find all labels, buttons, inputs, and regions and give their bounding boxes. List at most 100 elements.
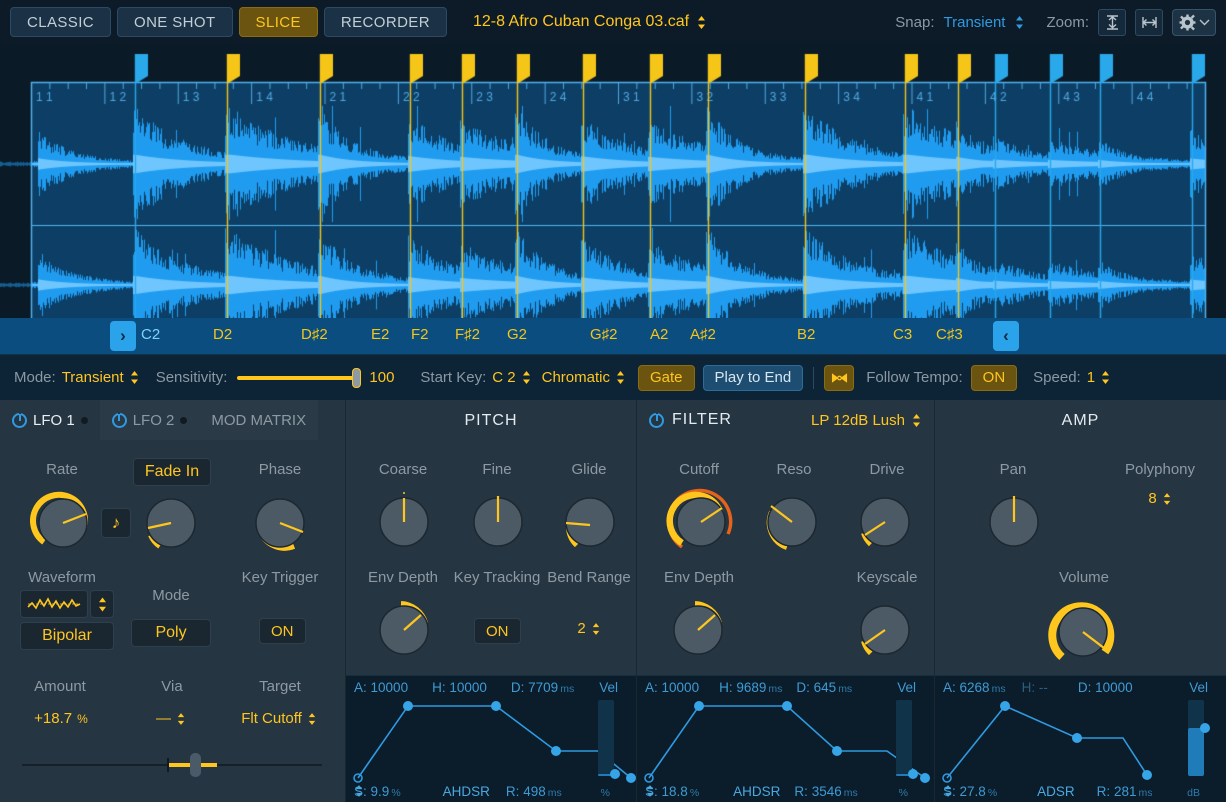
key-scroll-right-button[interactable]: ‹: [993, 321, 1019, 351]
settings-menu-button[interactable]: [1172, 9, 1216, 36]
mod-amount-slider[interactable]: [22, 764, 322, 766]
mod-target-value[interactable]: Flt Cutoff: [204, 710, 354, 727]
tab-lfo-2[interactable]: LFO 2: [100, 400, 200, 440]
scale-value[interactable]: Chromatic: [542, 369, 610, 386]
gate-button[interactable]: Gate: [638, 365, 695, 391]
key-label-as2[interactable]: A♯2: [690, 326, 716, 343]
filter-envelope-display[interactable]: A: 10000 H: 9689ms D: 645ms Vel % S: 18.…: [637, 675, 934, 802]
tab-mod-matrix[interactable]: MOD MATRIX: [199, 400, 318, 440]
zoom-vertical-button[interactable]: [1098, 9, 1126, 36]
mode-tab-slice[interactable]: SLICE: [239, 7, 318, 37]
key-label-fs2[interactable]: F♯2: [455, 326, 480, 343]
key-label-cs3[interactable]: C♯3: [936, 326, 963, 343]
snap-value[interactable]: Transient: [944, 14, 1006, 31]
start-key-chevron-updown-icon[interactable]: [521, 370, 532, 385]
sensitivity-label: Sensitivity:: [156, 369, 228, 386]
mod-amount-slider-knob[interactable]: [190, 753, 201, 777]
waveform-display[interactable]: [0, 44, 1226, 354]
power-icon[interactable]: [649, 413, 664, 428]
mode-tab-recorder[interactable]: RECORDER: [324, 7, 447, 37]
pitch-env-s-value[interactable]: 9.9: [371, 784, 390, 799]
pitch-envelope-display[interactable]: A: 10000 H: 10000 D: 7709ms Vel % S: 9.9…: [346, 675, 636, 802]
pitch-bend-range-value[interactable]: 2: [529, 620, 649, 637]
amp-polyphony-value[interactable]: 8: [1090, 490, 1226, 507]
key-label-b2[interactable]: B2: [797, 326, 815, 343]
play-to-end-button[interactable]: Play to End: [703, 365, 804, 391]
scale-chevron-updown-icon[interactable]: [615, 370, 626, 385]
waveform-canvas[interactable]: [0, 44, 1226, 354]
slice-mode-value[interactable]: Transient: [62, 369, 124, 386]
tab-lfo-1[interactable]: LFO 1: [0, 400, 100, 440]
reverse-button[interactable]: [824, 365, 854, 391]
filter-keyscale-knob[interactable]: [852, 597, 918, 668]
pitch-env-velocity-slider[interactable]: [598, 700, 614, 776]
filter-env-depth-knob[interactable]: [665, 597, 731, 668]
snap-chevron-updown-icon[interactable]: [1014, 15, 1025, 30]
file-name-selector[interactable]: 12-8 Afro Cuban Conga 03.caf: [473, 13, 707, 31]
lfo-waveform-display[interactable]: [20, 590, 88, 618]
pitch-key-tracking-toggle[interactable]: ON: [474, 618, 521, 644]
amp-env-r-value[interactable]: 281: [1114, 784, 1137, 799]
lfo-note-sync-button[interactable]: ♪: [101, 508, 131, 538]
slice-mode-chevron-updown-icon[interactable]: [129, 370, 140, 385]
mode-tab-one-shot[interactable]: ONE SHOT: [117, 7, 233, 37]
sensitivity-slider-knob[interactable]: [352, 368, 361, 388]
filter-env-r-value[interactable]: 3546: [812, 784, 842, 799]
amp-env-velocity-knob[interactable]: [1200, 723, 1210, 733]
key-label-a2[interactable]: A2: [650, 326, 668, 343]
lfo-polarity-button[interactable]: Bipolar: [20, 622, 114, 650]
filter-type-selector[interactable]: LP 12dB Lush: [811, 412, 922, 429]
start-key-value[interactable]: C 2: [492, 369, 515, 386]
pitch-key-tracking-value: ON: [486, 623, 509, 640]
zoom-horizontal-button[interactable]: [1135, 9, 1163, 36]
amp-envelope-display[interactable]: A: 6268ms H: -- D: 10000 Vel dB S: 27.8%: [935, 675, 1226, 802]
mode-tab-classic[interactable]: CLASSIC: [10, 7, 111, 37]
key-label-c2[interactable]: C2: [141, 326, 160, 343]
key-label-gs2[interactable]: G♯2: [590, 326, 618, 343]
lfo-mode-button[interactable]: Poly: [131, 619, 211, 647]
pitch-glide-knob[interactable]: [557, 489, 623, 560]
key-scroll-left-button[interactable]: ›: [110, 321, 136, 351]
speed-value[interactable]: 1: [1087, 369, 1095, 386]
filter-cutoff-knob[interactable]: [665, 486, 737, 563]
pitch-coarse-knob[interactable]: [371, 489, 437, 560]
chevron-down-icon: [1199, 18, 1210, 26]
key-label-f2[interactable]: F2: [411, 326, 429, 343]
lfo-rate-knob[interactable]: [30, 490, 96, 561]
pitch-env-r-value[interactable]: 498: [523, 784, 546, 799]
amp-env-type-selector[interactable]: ADSR: [1037, 784, 1075, 799]
key-label-g2[interactable]: G2: [507, 326, 527, 343]
filter-drive-knob[interactable]: [852, 489, 918, 560]
amp-volume-label: Volume: [1024, 568, 1144, 587]
key-label-c3[interactable]: C3: [893, 326, 912, 343]
amp-env-s-unit: %: [988, 787, 997, 799]
speed-chevron-updown-icon[interactable]: [1100, 370, 1111, 385]
lfo-key-trigger-toggle[interactable]: ON: [259, 618, 306, 644]
pitch-fine-knob[interactable]: [465, 489, 531, 560]
lfo-phase-knob[interactable]: [247, 490, 313, 561]
lfo-fade-in-knob[interactable]: [138, 490, 204, 561]
filter-reso-knob[interactable]: [759, 489, 825, 560]
key-label-d2[interactable]: D2: [213, 326, 232, 343]
key-label-e2[interactable]: E2: [371, 326, 389, 343]
snap-label: Snap:: [895, 14, 934, 31]
amp-env-s-value[interactable]: 27.8: [960, 784, 986, 799]
power-icon[interactable]: [112, 413, 127, 428]
divider: [813, 367, 814, 389]
filter-env-velocity-slider[interactable]: [896, 700, 912, 776]
header-bar: CLASSIC ONE SHOT SLICE RECORDER 12-8 Afr…: [0, 0, 1226, 44]
pitch-env-type-selector[interactable]: AHDSR: [443, 784, 490, 799]
filter-env-velocity-knob[interactable]: [908, 769, 918, 779]
amp-volume-knob[interactable]: [1045, 594, 1121, 675]
filter-env-s-value[interactable]: 18.8: [662, 784, 688, 799]
lfo-fade-in-button[interactable]: Fade In: [133, 458, 211, 486]
filter-env-type-selector[interactable]: AHDSR: [733, 784, 780, 799]
follow-tempo-toggle[interactable]: ON: [971, 365, 1018, 391]
key-label-ds2[interactable]: D♯2: [301, 326, 328, 343]
sensitivity-slider[interactable]: [237, 376, 357, 380]
amp-pan-knob[interactable]: [981, 489, 1047, 560]
pitch-env-velocity-knob[interactable]: [610, 769, 620, 779]
pitch-env-depth-knob[interactable]: [371, 597, 437, 668]
power-icon[interactable]: [12, 413, 27, 428]
amp-env-velocity-slider[interactable]: [1188, 700, 1204, 776]
